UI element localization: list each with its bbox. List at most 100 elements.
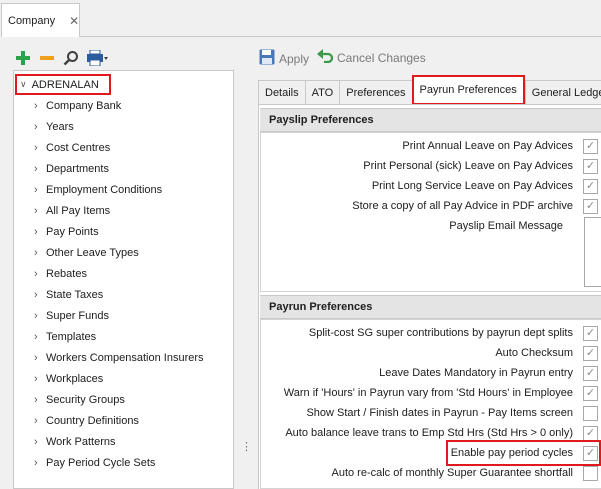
tree-item-rebates[interactable]: › Rebates <box>14 263 233 284</box>
add-icon[interactable] <box>14 49 32 67</box>
check-icon: ✓ <box>585 199 596 212</box>
chevron-right-icon[interactable]: › <box>34 415 46 427</box>
tree-item-cost-centres[interactable]: › Cost Centres <box>14 137 233 158</box>
chevron-right-icon[interactable]: › <box>34 436 46 448</box>
tab-ato[interactable]: ATO <box>304 80 340 105</box>
tree-item-label: Work Patterns <box>46 435 116 448</box>
checkbox[interactable]: ✓ <box>583 325 598 341</box>
checkbox[interactable]: ✓ <box>583 138 598 154</box>
check-icon: ✓ <box>585 346 596 359</box>
tree-item-label: Workers Compensation Insurers <box>46 351 204 364</box>
cancel-changes-button[interactable]: Cancel Changes <box>317 49 426 66</box>
tree-item-security-groups[interactable]: › Security Groups <box>14 389 233 410</box>
tree-item-workplaces[interactable]: › Workplaces <box>14 368 233 389</box>
chevron-right-icon[interactable]: › <box>34 268 46 280</box>
chevron-right-icon[interactable]: › <box>34 457 46 469</box>
remove-icon[interactable] <box>38 49 56 67</box>
option-label: Auto Checksum <box>495 347 573 359</box>
chevron-right-icon[interactable]: › <box>34 247 46 259</box>
chevron-right-icon[interactable]: › <box>34 289 46 301</box>
option-label: Print Annual Leave on Pay Advices <box>402 140 573 152</box>
chevron-right-icon[interactable]: › <box>34 142 46 154</box>
tree-item-templates[interactable]: › Templates <box>14 326 233 347</box>
chevron-right-icon[interactable]: › <box>34 352 46 364</box>
tab-label: General Ledger <box>531 86 601 99</box>
checkbox[interactable] <box>583 465 598 481</box>
option-row-leave-dates-mandatory: Leave Dates Mandatory in Payrun entry ✓ <box>379 363 601 383</box>
tab-payrun-preferences[interactable]: Payrun Preferences <box>411 75 525 105</box>
tab-general-ledger[interactable]: General Ledger <box>524 80 601 105</box>
check-icon: ✓ <box>585 326 596 339</box>
tree-item-label: Departments <box>46 162 109 175</box>
payslip-email-message-field[interactable] <box>584 217 601 287</box>
print-icon[interactable] <box>86 49 110 67</box>
option-row-store-pdf-archive: Store a copy of all Pay Advice in PDF ar… <box>352 196 601 216</box>
tab-strip-divider <box>80 36 601 37</box>
tree-toolbar <box>14 48 110 68</box>
tree-item-years[interactable]: › Years <box>14 116 233 137</box>
tree-item-label: Rebates <box>46 267 87 280</box>
tree-item-label: Other Leave Types <box>46 246 139 259</box>
tree-item-other-leave-types[interactable]: › Other Leave Types <box>14 242 233 263</box>
tree-item-state-taxes[interactable]: › State Taxes <box>14 284 233 305</box>
check-icon: ✓ <box>585 159 596 172</box>
checkbox[interactable] <box>583 405 598 421</box>
chevron-right-icon[interactable]: › <box>34 100 46 112</box>
checkbox[interactable]: ✓ <box>583 345 598 361</box>
tree-item-label: Super Funds <box>46 309 109 322</box>
option-row-print-annual-leave: Print Annual Leave on Pay Advices ✓ <box>402 136 601 156</box>
search-icon[interactable] <box>62 49 80 67</box>
chevron-right-icon[interactable]: › <box>34 163 46 175</box>
checkbox[interactable]: ✓ <box>583 425 598 441</box>
option-label: Store a copy of all Pay Advice in PDF ar… <box>352 200 573 212</box>
tree-item-all-pay-items[interactable]: › All Pay Items <box>14 200 233 221</box>
expand-caret-icon[interactable]: ∨ <box>20 79 27 90</box>
tree-item-label: All Pay Items <box>46 204 111 217</box>
tree-item-employment-conditions[interactable]: › Employment Conditions <box>14 179 233 200</box>
option-row-show-start-finish-dates: Show Start / Finish dates in Payrun - Pa… <box>306 403 601 423</box>
checkbox[interactable]: ✓ <box>583 178 598 194</box>
option-label: Auto balance leave trans to Emp Std Hrs … <box>285 427 573 439</box>
tree-item-departments[interactable]: › Departments <box>14 158 233 179</box>
chevron-right-icon[interactable]: › <box>34 121 46 133</box>
tree-item-label: Country Definitions <box>46 414 139 427</box>
tree-item-work-patterns[interactable]: › Work Patterns <box>14 431 233 452</box>
check-icon: ✓ <box>585 179 596 192</box>
tree-item-label: Templates <box>46 330 97 343</box>
apply-button[interactable]: Apply <box>259 49 309 68</box>
company-tab-label: Company <box>8 14 56 27</box>
tree-item-label: Pay Points <box>46 225 99 238</box>
undo-icon <box>317 49 334 66</box>
tree-list: › Company Bank › Years › Cost Centres › Depa… <box>14 95 233 473</box>
tree-item-label: Security Groups <box>46 393 125 406</box>
checkbox[interactable]: ✓ <box>583 385 598 401</box>
chevron-right-icon[interactable]: › <box>34 394 46 406</box>
option-label: Payslip Email Message <box>449 220 563 232</box>
splitter-grip-icon[interactable]: ⋮ <box>241 440 252 453</box>
chevron-right-icon[interactable]: › <box>34 226 46 238</box>
tree-root-label: ADRENALAN <box>31 78 99 91</box>
tab-details[interactable]: Details <box>258 80 305 105</box>
tree-item-pay-points[interactable]: › Pay Points <box>14 221 233 242</box>
chevron-right-icon[interactable]: › <box>34 310 46 322</box>
chevron-right-icon[interactable]: › <box>34 184 46 196</box>
tab-preferences[interactable]: Preferences <box>339 80 412 105</box>
apply-label: Apply <box>279 51 310 66</box>
chevron-right-icon[interactable]: › <box>34 205 46 217</box>
tree-item-company-bank[interactable]: › Company Bank <box>14 95 233 116</box>
check-icon: ✓ <box>585 426 596 439</box>
checkbox[interactable]: ✓ <box>583 158 598 174</box>
company-tab[interactable]: Company ✕ <box>1 3 80 37</box>
checkbox[interactable]: ✓ <box>583 198 598 214</box>
chevron-right-icon[interactable]: › <box>34 331 46 343</box>
tree-item-country-definitions[interactable]: › Country Definitions <box>14 410 233 431</box>
tree-item-super-funds[interactable]: › Super Funds <box>14 305 233 326</box>
tree-root-company[interactable]: ∨ ADRENALAN <box>15 74 111 95</box>
tree-item-pay-period-cycle-sets[interactable]: › Pay Period Cycle Sets <box>14 452 233 473</box>
chevron-right-icon[interactable]: › <box>34 373 46 385</box>
close-icon[interactable]: ✕ <box>69 14 79 28</box>
section-title: Payrun Preferences <box>269 301 373 313</box>
checkbox[interactable]: ✓ <box>583 365 598 381</box>
tree-item-label: Workplaces <box>46 372 104 385</box>
tree-item-workers-compensation-insurers[interactable]: › Workers Compensation Insurers <box>14 347 233 368</box>
